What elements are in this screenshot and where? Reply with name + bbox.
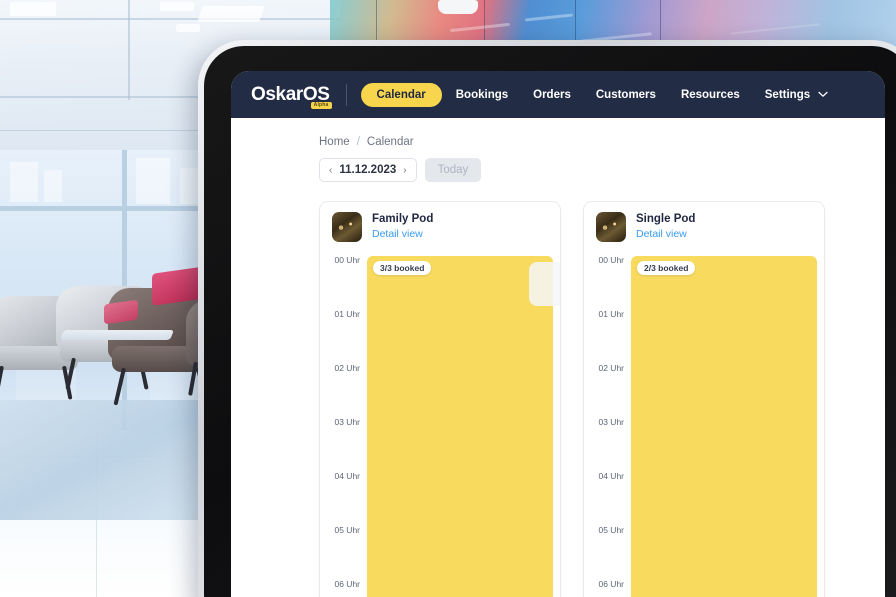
hour-label: 04 Uhr (598, 471, 624, 481)
nav-label-orders: Orders (533, 88, 571, 101)
logo-divider (345, 83, 347, 106)
nav-label-settings: Settings (764, 88, 811, 101)
booked-badge: 2/3 booked (637, 261, 696, 275)
hour-axis: 00 Uhr 01 Uhr 02 Uhr 03 Uhr 04 Uhr 05 Uh… (320, 251, 366, 597)
hour-label: 03 Uhr (598, 417, 624, 427)
breadcrumb: Home / Calendar (231, 136, 885, 148)
nav-item-bookings[interactable]: Bookings (445, 83, 519, 107)
app-header: OskarOS Alpha Calendar Bookings Orders C… (231, 71, 885, 118)
app-logo[interactable]: OskarOS Alpha (251, 84, 332, 109)
nav-item-customers[interactable]: Customers (585, 83, 667, 107)
hour-label: 00 Uhr (334, 255, 360, 265)
detail-view-link[interactable]: Detail view (636, 227, 695, 242)
booked-badge: 3/3 booked (373, 261, 432, 275)
hour-label: 04 Uhr (334, 471, 360, 481)
nav-item-orders[interactable]: Orders (522, 83, 582, 107)
next-day-icon[interactable]: › (403, 165, 406, 176)
nav-item-resources[interactable]: Resources (670, 83, 751, 107)
family-pod-thumbnail[interactable] (332, 212, 362, 242)
nav-label-resources: Resources (680, 88, 740, 101)
nav-item-settings[interactable]: Settings (754, 83, 840, 107)
nav-label-calendar: Calendar (376, 88, 426, 101)
hour-label: 06 Uhr (334, 579, 360, 589)
booking-block[interactable]: 2/3 booked (631, 256, 817, 597)
hour-label: 05 Uhr (598, 525, 624, 535)
resource-cards: Family Pod Detail view 00 Uhr 01 Uhr 02 … (231, 182, 885, 597)
hour-label: 05 Uhr (334, 525, 360, 535)
page-content: Home / Calendar ‹ 11.12.2023 › Today Fam… (231, 118, 885, 597)
nav-item-calendar[interactable]: Calendar (360, 82, 442, 107)
detail-view-link[interactable]: Detail view (372, 227, 433, 242)
resource-card-header: Family Pod Detail view (320, 202, 560, 251)
hour-label: 06 Uhr (598, 579, 624, 589)
chevron-down-icon (818, 91, 828, 98)
hour-label: 02 Uhr (598, 363, 624, 373)
hour-label: 02 Uhr (334, 363, 360, 373)
hour-axis: 00 Uhr 01 Uhr 02 Uhr 03 Uhr 04 Uhr 05 Uh… (584, 251, 630, 597)
resource-card-header: Single Pod Detail view (584, 202, 824, 251)
date-picker[interactable]: ‹ 11.12.2023 › (319, 158, 417, 182)
breadcrumb-current: Calendar (366, 136, 414, 148)
hour-label: 00 Uhr (598, 255, 624, 265)
nav-label-customers: Customers (595, 88, 656, 101)
single-pod-thumbnail[interactable] (596, 212, 626, 242)
day-grid: 00 Uhr 01 Uhr 02 Uhr 03 Uhr 04 Uhr 05 Uh… (584, 251, 824, 597)
alpha-badge: Alpha (310, 101, 332, 109)
breadcrumb-separator: / (356, 136, 360, 148)
coffee-table (59, 330, 175, 340)
nav-label-bookings: Bookings (455, 88, 509, 101)
hour-label: 01 Uhr (598, 309, 624, 319)
date-toolbar: ‹ 11.12.2023 › Today (231, 148, 885, 182)
hour-label: 03 Uhr (334, 417, 360, 427)
adjacent-card-overlap (529, 262, 560, 306)
today-button[interactable]: Today (424, 158, 482, 182)
current-date: 11.12.2023 (339, 164, 397, 176)
hour-label: 01 Uhr (334, 309, 360, 319)
tablet-screen: OskarOS Alpha Calendar Bookings Orders C… (231, 71, 885, 597)
resource-card-single-pod: Single Pod Detail view 00 Uhr 01 Uhr 02 … (583, 201, 825, 597)
booking-block[interactable]: 3/3 booked (367, 256, 560, 597)
tablet-device: OskarOS Alpha Calendar Bookings Orders C… (198, 40, 896, 597)
day-grid: 00 Uhr 01 Uhr 02 Uhr 03 Uhr 04 Uhr 05 Uh… (320, 251, 560, 597)
main-nav: Calendar Bookings Orders Customers Resou… (360, 82, 840, 107)
resource-title: Family Pod (372, 213, 434, 226)
breadcrumb-home[interactable]: Home (319, 136, 350, 148)
prev-day-icon[interactable]: ‹ (329, 165, 332, 176)
resource-title: Single Pod (636, 213, 696, 226)
resource-card-family-pod: Family Pod Detail view 00 Uhr 01 Uhr 02 … (319, 201, 561, 597)
screenshot-stage: OskarOS Alpha Calendar Bookings Orders C… (0, 0, 896, 597)
